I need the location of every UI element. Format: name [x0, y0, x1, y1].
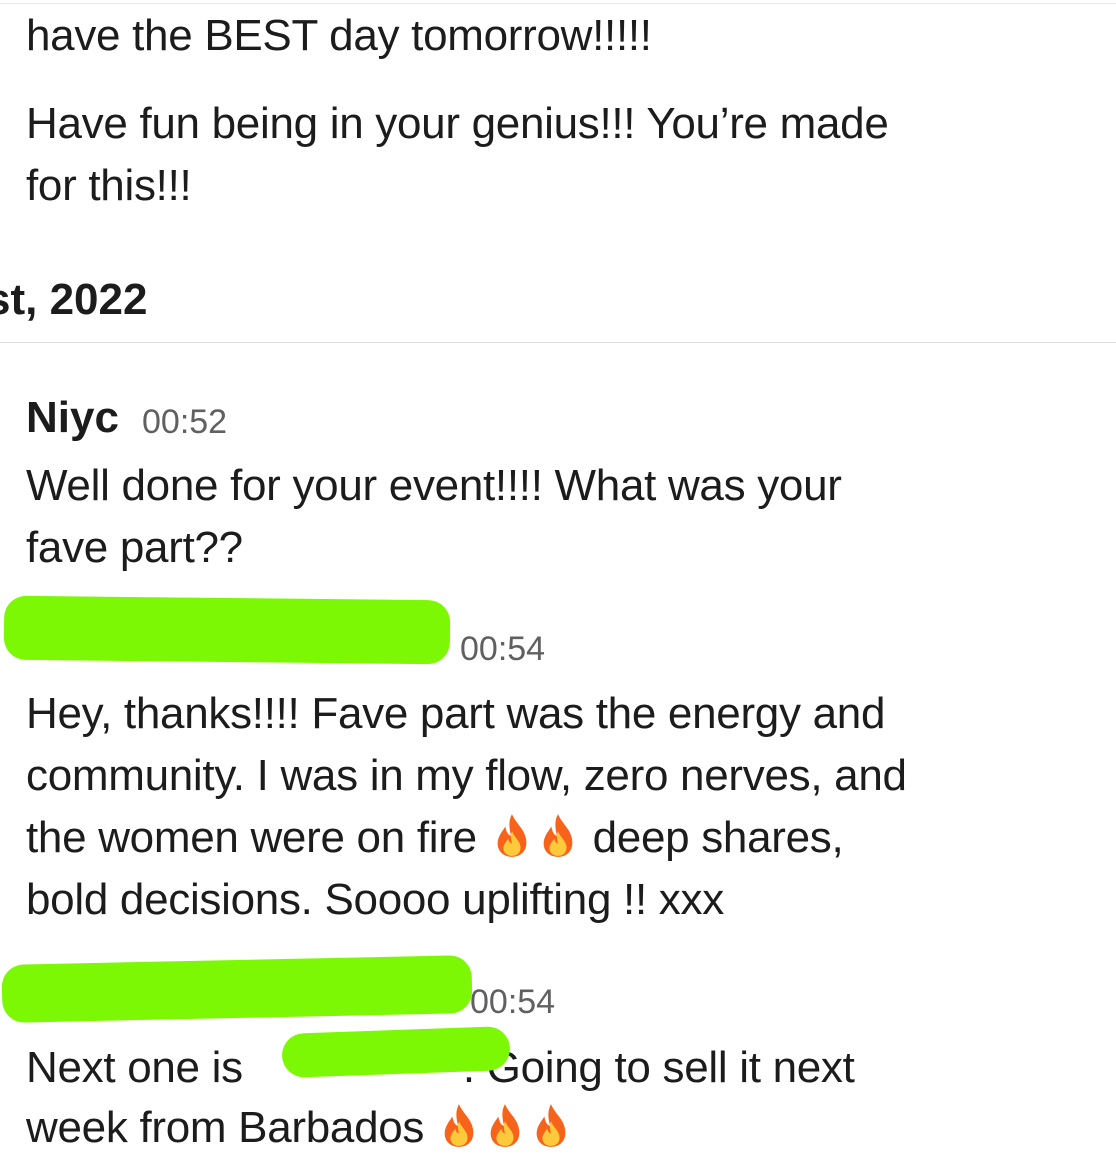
redacted-sender-name: [1, 955, 473, 1023]
message-timestamp[interactable]: 00:54: [470, 980, 555, 1024]
message-text: for this!!!: [26, 161, 192, 210]
message-text: . Going to sell it next: [462, 1043, 855, 1092]
fire-emoji-icon: [493, 812, 531, 858]
fire-emoji-icon: [440, 1102, 478, 1148]
redacted-text: [281, 1026, 511, 1078]
message-text: bold decisions. Soooo uplifting !! xxx: [26, 875, 724, 924]
message-text: Hey, thanks!!!! Fave part was the energy…: [26, 689, 886, 738]
message-text: community. I was in my flow, zero nerves…: [26, 751, 907, 800]
message-timestamp[interactable]: 00:54: [460, 627, 545, 671]
message-text: the women were on fire: [26, 813, 477, 862]
message-text: have the BEST day tomorrow!!!!!: [26, 11, 652, 60]
message-text: Next one is: [26, 1043, 243, 1092]
message-text: Well done for your event!!!! What was yo…: [26, 461, 842, 510]
message-text: fave part??: [26, 523, 243, 572]
fire-emoji-icon: [539, 812, 577, 858]
date-divider-label[interactable]: st, 2022: [0, 272, 147, 328]
date-divider-line: [0, 342, 1116, 343]
fire-emoji-icon: [486, 1102, 524, 1148]
redacted-sender-name: [3, 595, 451, 665]
fire-emoji-icon: [532, 1102, 570, 1148]
top-border: [0, 3, 1116, 4]
message-text: week from Barbados: [26, 1103, 425, 1152]
sender-name[interactable]: Niyc: [26, 390, 119, 446]
message-timestamp[interactable]: 00:52: [142, 400, 227, 444]
message-text: deep shares,: [592, 813, 844, 862]
message-text-line: the women were on fire deep shares,: [26, 807, 844, 869]
message-text-line: week from Barbados: [26, 1097, 574, 1159]
message-text: Have fun being in your genius!!! You’re …: [26, 99, 889, 148]
